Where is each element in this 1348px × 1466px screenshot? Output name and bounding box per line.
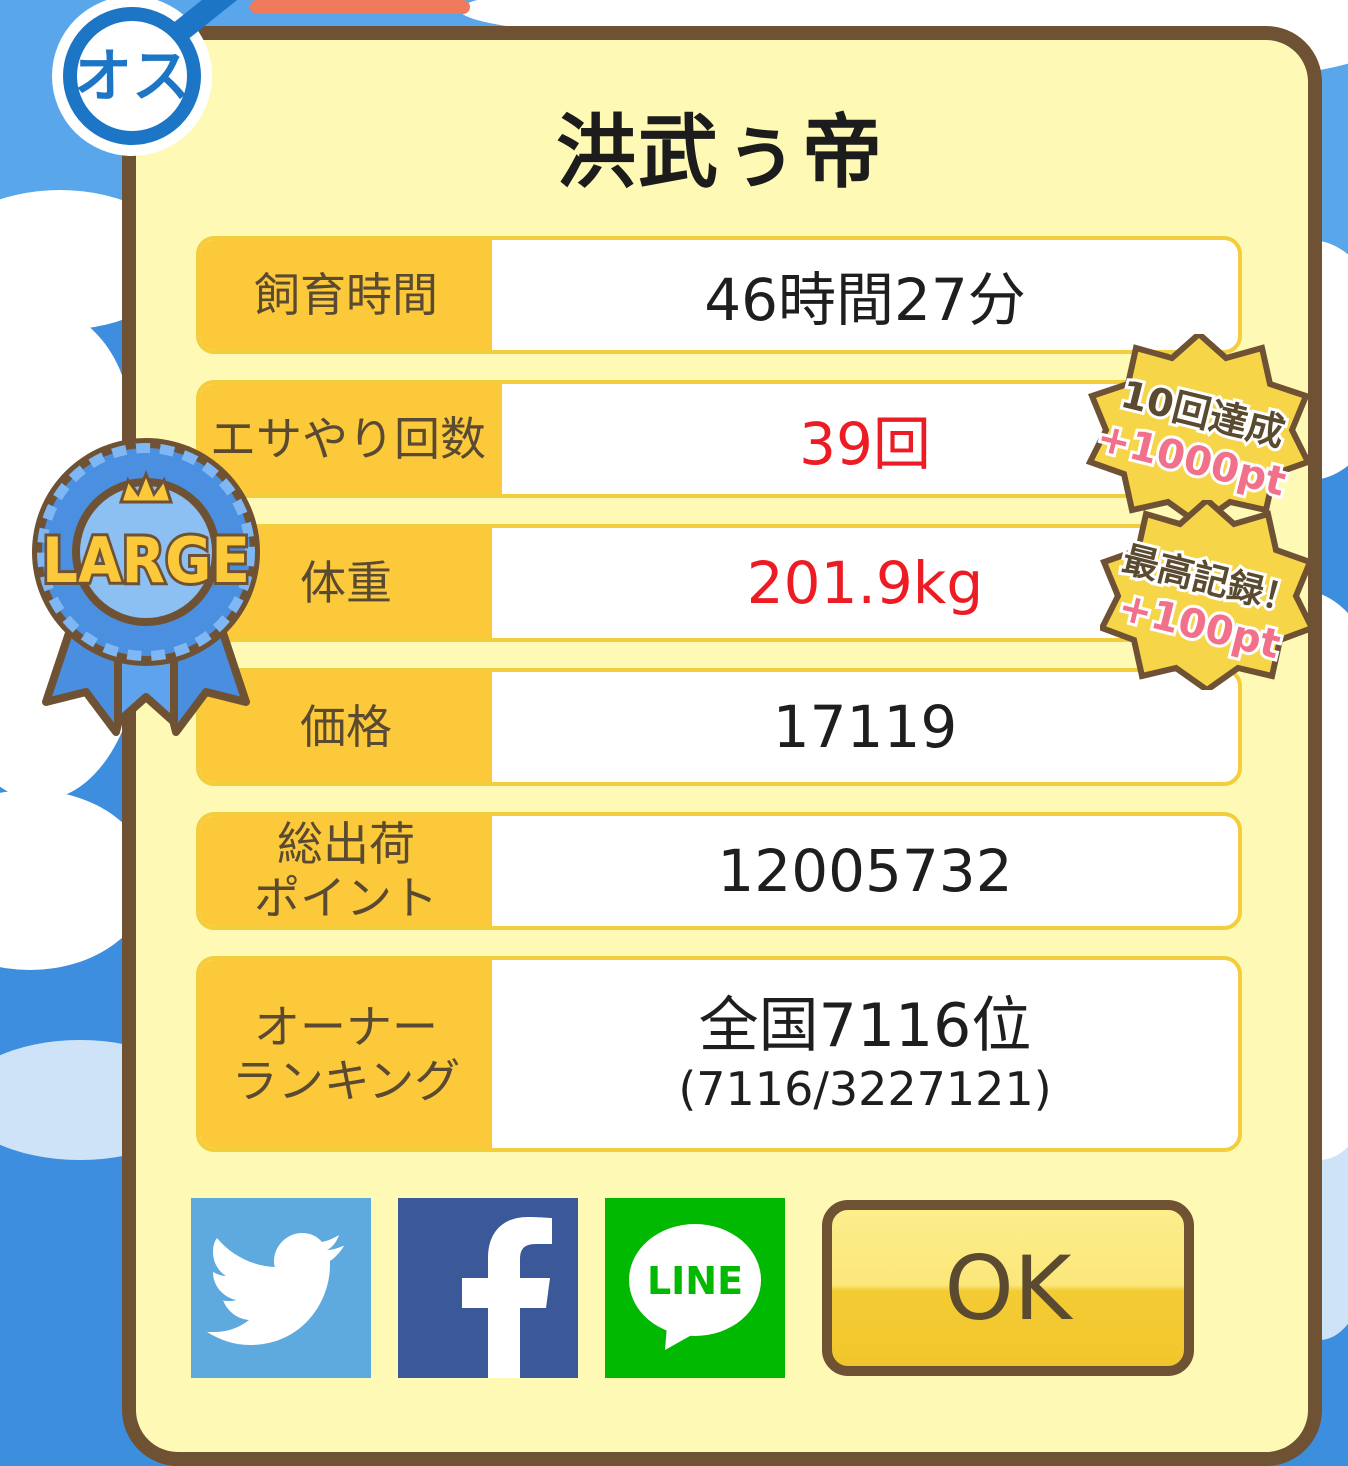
gender-label: オス xyxy=(74,42,190,110)
stat-label: オーナー ランキング xyxy=(200,960,492,1148)
stat-row-price: 価格 17119 xyxy=(196,668,1242,786)
stat-label: 総出荷 ポイント xyxy=(200,816,492,926)
line-label: LINE xyxy=(647,1259,743,1303)
stat-row-weight: 体重 201.9kg xyxy=(196,524,1242,642)
male-symbol-icon: オス xyxy=(52,0,238,156)
stat-value: 全国7116位 (7116/3227121) xyxy=(492,960,1238,1148)
stat-value: 12005732 xyxy=(717,837,1013,905)
ok-button[interactable]: OK xyxy=(822,1200,1194,1376)
line-share-button[interactable]: LINE xyxy=(605,1198,785,1378)
stat-label: 飼育時間 xyxy=(200,240,492,350)
facebook-share-button[interactable] xyxy=(398,1198,578,1378)
rank-label: LARGE xyxy=(42,524,250,597)
achievement-badge-record: 最高記録！ +100pt xyxy=(1100,500,1314,690)
stat-row-total-points: 総出荷 ポイント 12005732 xyxy=(196,812,1242,930)
pet-name-title: 洪武ぅ帝 xyxy=(556,106,884,199)
ranking-detail: (7116/3227121) xyxy=(678,1062,1052,1116)
achievement-badge-feed: 10回達成 +1000pt xyxy=(1086,334,1312,524)
crown-icon xyxy=(118,469,174,504)
stat-row-owner-ranking: オーナー ランキング 全国7116位 (7116/3227121) xyxy=(196,956,1242,1152)
rank-ribbon: LARGE xyxy=(32,438,260,736)
twitter-share-button[interactable] xyxy=(191,1198,371,1378)
ranking-value: 全国7116位 xyxy=(698,991,1032,1061)
